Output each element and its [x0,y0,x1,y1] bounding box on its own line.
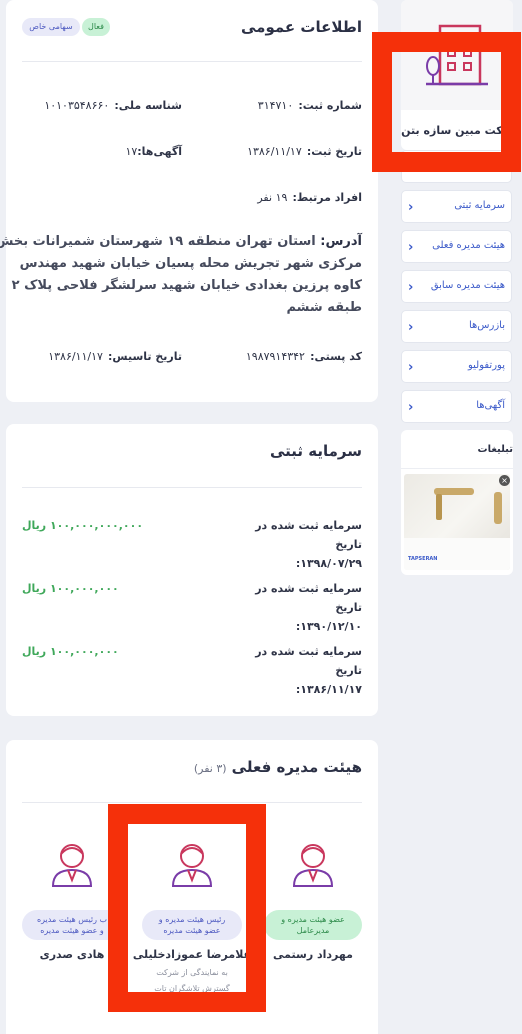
sidebar-item-capital[interactable]: سرمایه ثبتی ‹ [401,190,512,223]
ads-title: تبلیغات [477,444,513,455]
board-title: هیئت مدیره فعلی [231,758,362,776]
sidebar-item-portfolio[interactable]: پورتفولیو ‹ [401,350,512,383]
capital-row-amount: ۱۰۰,۰۰۰,۰۰۰ ریال [22,582,119,595]
national-id-row: شناسه ملی: ۱۰۱۰۳۵۴۸۶۶۰ [44,94,182,113]
address-line-3: کاوه پرزین بغدادی خیابان شهید سرلشگر فلا… [11,278,362,293]
related-label: افراد مرتبط: [292,191,362,204]
ads-count-value: ۱۷ [125,145,138,158]
postal-label: کد پستی: [310,350,362,363]
company-type-badge: سهامی خاص [22,18,80,36]
capital-row-date: ۱۳۹۸/۰۷/۲۹: [295,557,362,570]
capital-row-date: ۱۳۹۰/۱۲/۱۰: [295,620,362,633]
member-role-badge: عضو هیئت مدیره و مدیرعامل [264,910,362,940]
address-label: آدرس: [320,234,362,249]
board-divider [22,802,362,803]
founded-value: ۱۳۸۶/۱۱/۱۷ [48,350,103,363]
address-block: آدرس: استان تهران منطقه ۱۹ شهرستان شمیرا… [0,231,362,319]
reg-no-label: شماره ثبت: [298,99,362,112]
capital-divider [22,487,362,488]
sidebar-item-inspectors[interactable]: بازرس‌ها ‹ [401,310,512,343]
sidebar-item-label: بازرس‌ها [468,320,505,331]
role-line: ب رئیس هیئت مدیره [36,915,108,924]
highlight-box-member [108,804,266,1012]
member-name[interactable]: هادی صدری [22,948,122,961]
reg-no-value: ۳۱۴۷۱۰ [257,99,294,112]
role-line: و عضو هیئت مدیره [40,926,104,935]
related-value: ۱۹ نفر [257,191,288,204]
capital-row-label: سرمایه ثبت شده در تاریخ ۱۳۸۶/۱۱/۱۷: [232,642,362,699]
capital-row-label: سرمایه ثبت شده در تاریخ ۱۳۹۰/۱۲/۱۰: [232,579,362,636]
general-info-title: اطلاعات عمومی [240,18,362,36]
related-people-row: افراد مرتبط: ۱۹ نفر [257,186,362,205]
capital-row-date: ۱۳۸۶/۱۱/۱۷: [295,683,362,696]
reg-date-value: ۱۳۸۶/۱۱/۱۷ [247,145,302,158]
role-line: عضو هیئت مدیره و [281,915,345,924]
member-role-badge: ب رئیس هیئت مدیره و عضو هیئت مدیره [22,910,122,940]
capital-row-amount: ۱۰۰,۰۰۰,۰۰۰ ریال [22,645,119,658]
sidebar-item-label: سرمایه ثبتی [454,200,505,211]
ad-brand-logo: TAPSERAN [408,556,438,562]
national-id-value: ۱۰۱۰۳۵۴۸۶۶۰ [44,99,110,112]
founded-label: تاریخ تاسیس: [108,350,182,363]
status-badge: فعال [82,18,110,36]
chevron-left-icon: ‹ [408,240,414,255]
ads-count-label: آگهی‌ها: [137,145,182,158]
postal-row: کد پستی: ۱۹۸۷۹۱۴۳۴۲ [246,345,362,364]
capital-row-text: سرمایه ثبت شده در تاریخ [255,582,362,614]
address-line-2: مرکزی شهر تجریش محله پسیان خیابان شهید م… [19,256,362,271]
highlight-box-company [372,32,521,172]
sidebar-item-label: هیئت مدیره سابق [430,280,505,291]
general-divider [22,61,362,62]
sidebar-item-label: آگهی‌ها [476,400,505,411]
board-header: هیئت مدیره فعلی (۳ نفر) [194,757,362,776]
board-count: (۳ نفر) [193,762,227,775]
capital-row-amount: ۱۰۰,۰۰۰,۰۰۰,۰۰۰ ریال [22,519,144,532]
reg-date-label: تاریخ ثبت: [306,145,362,158]
capital-row-text: سرمایه ثبت شده در تاریخ [255,519,362,551]
reg-date-row: تاریخ ثبت: ۱۳۸۶/۱۱/۱۷ [247,140,362,159]
address-line-1: استان تهران منطقه ۱۹ شهرستان شمیرانات بخ… [0,234,316,249]
chevron-left-icon: ‹ [408,360,414,375]
ads-count-row: آگهی‌ها:۱۷ [125,140,182,159]
reg-no-row: شماره ثبت: ۳۱۴۷۱۰ [258,94,362,113]
sidebar-item-current-board[interactable]: هیئت مدیره فعلی ‹ [401,230,512,263]
ads-divider [401,468,513,469]
chevron-left-icon: ‹ [408,200,414,215]
capital-title: سرمایه ثبتی [269,442,362,460]
founded-row: تاریخ تاسیس: ۱۳۸۶/۱۱/۱۷ [48,345,182,364]
person-avatar-icon [292,844,334,887]
national-id-label: شناسه ملی: [114,99,182,112]
role-line: مدیرعامل [296,926,330,935]
general-info-card: اطلاعات عمومی فعال سهامی خاص شماره ثبت: … [0,0,378,402]
chevron-left-icon: ‹ [408,280,414,295]
ad-basin [404,538,510,570]
chevron-left-icon: ‹ [408,400,414,415]
sidebar-item-label: پورتفولیو [467,360,505,371]
capital-card: سرمایه ثبتی سرمایه ثبت شده در تاریخ ۱۳۹۸… [6,424,378,716]
postal-value: ۱۹۸۷۹۱۴۳۴۲ [245,350,305,363]
capital-row-text: سرمایه ثبت شده در تاریخ [255,645,362,677]
ad-faucet-handle [494,492,502,524]
member-name[interactable]: مهرداد رستمی [264,948,362,961]
sidebar-item-former-board[interactable]: هیئت مدیره سابق ‹ [401,270,512,303]
sidebar-item-label: هیئت مدیره فعلی [432,240,505,251]
ad-banner[interactable]: TAPSERAN [404,474,510,570]
ad-close-icon[interactable]: × [499,475,510,486]
capital-row-label: سرمایه ثبت شده در تاریخ ۱۳۹۸/۰۷/۲۹: [232,516,362,573]
address-line-4: طبقه ششم [286,300,362,315]
ad-faucet-spout [436,494,442,520]
chevron-left-icon: ‹ [408,320,414,335]
person-avatar-icon [51,844,93,887]
sidebar-item-ads[interactable]: آگهی‌ها ‹ [401,390,512,423]
